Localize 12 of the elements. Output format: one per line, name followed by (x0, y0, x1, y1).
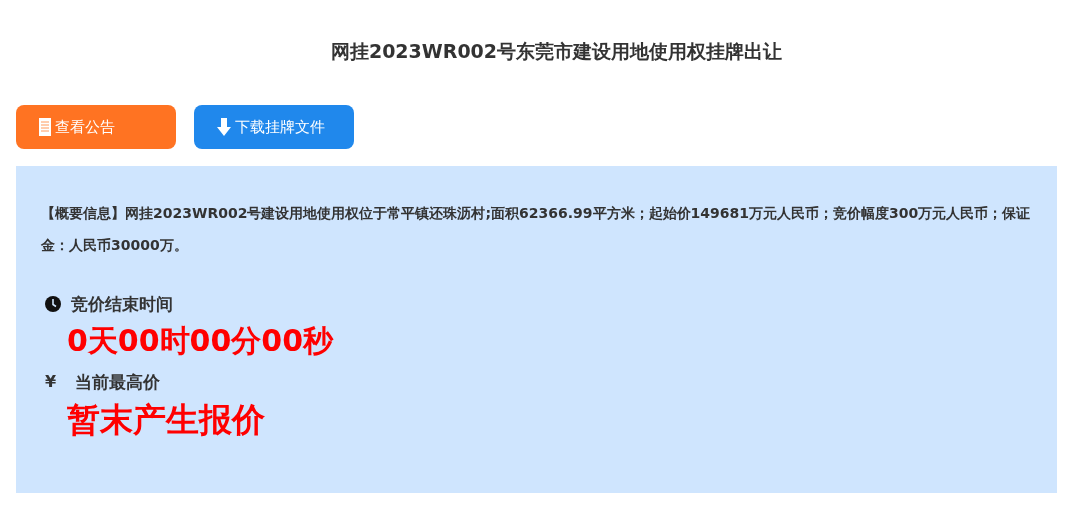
notice-button[interactable]: 查看公告 (16, 105, 176, 149)
countdown-label: 竞价结束时间 (71, 293, 173, 316)
clock-icon (45, 296, 61, 312)
price-label: 当前最高价 (75, 371, 160, 394)
summary-text: 【概要信息】网挂2023WR002号建设用地使用权位于常平镇还珠沥村;面积62366.99平方米；起始价149681万元人民币；竞价幅度300万元人民币；保证金：人民币30000万。 (41, 204, 1032, 255)
yen-icon: ¥ (45, 369, 65, 395)
download-button[interactable]: 下载挂牌文件 (194, 105, 354, 149)
page-title: 网挂2023WR002号东莞市建设用地使用权挂牌出让 (329, 39, 784, 64)
countdown-value: 0天00时00分00秒 (67, 322, 335, 360)
document-icon (39, 118, 51, 136)
download-icon (217, 118, 231, 136)
price-value: 暂末产生报价 (67, 399, 266, 441)
